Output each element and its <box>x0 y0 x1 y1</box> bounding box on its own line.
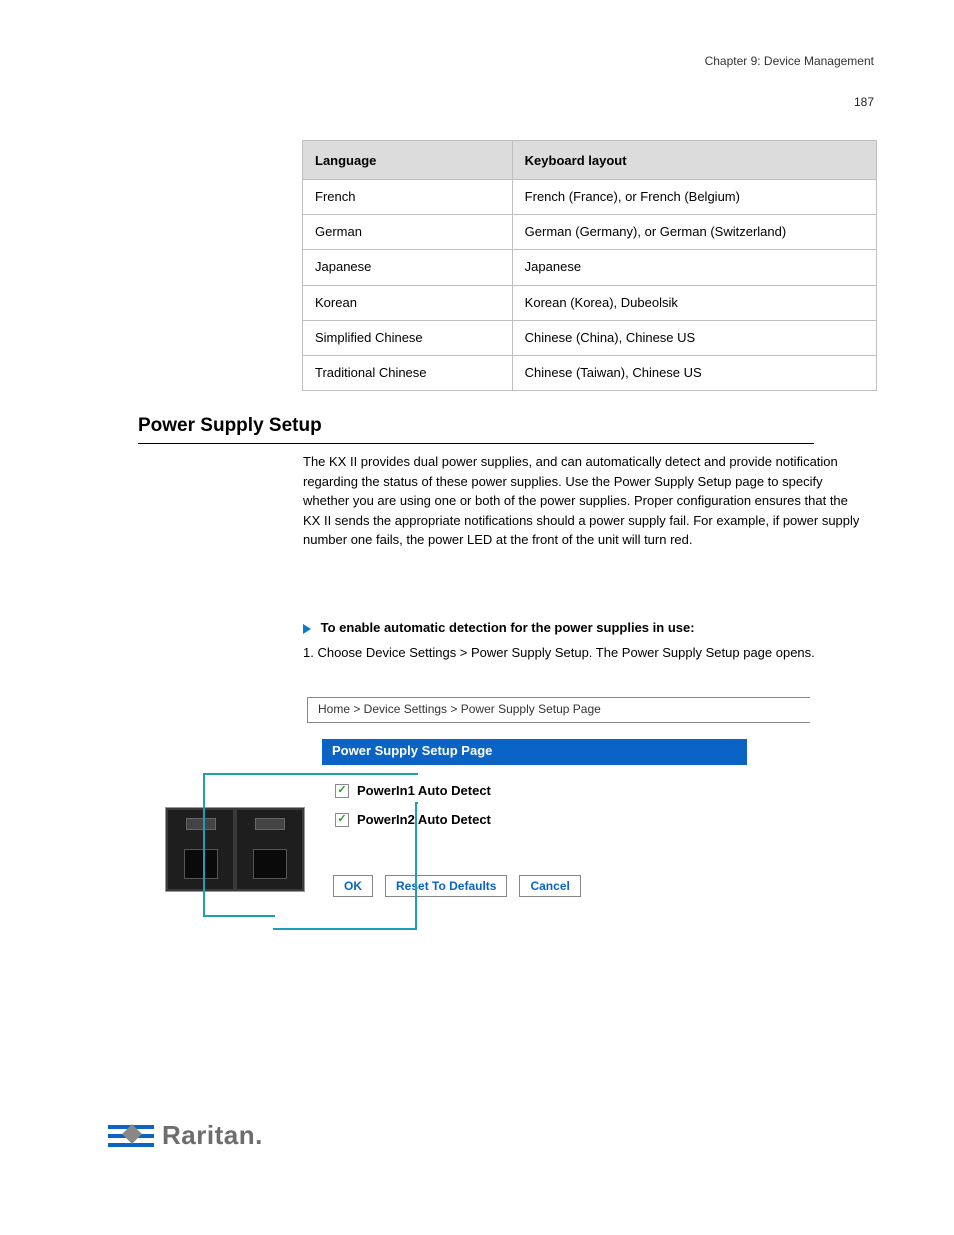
raritan-logo-mark-icon <box>108 1121 156 1151</box>
table-row: Korean Korean (Korea), Dubeolsik <box>303 285 877 320</box>
power-supply-diagram: Home > Device Settings > Power Supply Se… <box>155 697 815 937</box>
checkbox-label: PowerIn1 Auto Detect <box>357 783 491 798</box>
power-plug-icon <box>184 849 218 879</box>
leader-line <box>203 915 275 917</box>
power-switch-icon <box>186 818 216 830</box>
table-row: Japanese Japanese <box>303 250 877 285</box>
checkbox-powerin1[interactable]: ✓ <box>335 784 349 798</box>
table-row: German German (Germany), or German (Swit… <box>303 215 877 250</box>
table-cell-sample: Chinese (China), Chinese US <box>512 320 876 355</box>
table-header-language: Language <box>303 141 513 180</box>
power-plug-icon <box>253 849 287 879</box>
table-cell-sample: Korean (Korea), Dubeolsik <box>512 285 876 320</box>
power-supply-photo <box>165 807 305 892</box>
language-sample-table: Language Keyboard layout French French (… <box>302 140 877 391</box>
section-heading: Power Supply Setup <box>138 415 814 437</box>
arrow-right-icon <box>303 624 311 634</box>
section-heading-wrap: Power Supply Setup <box>138 415 814 444</box>
checkbox-label: PowerIn2 Auto Detect <box>357 812 491 827</box>
check-icon: ✓ <box>337 785 346 796</box>
step-item: 1. Choose Device Settings > Power Supply… <box>303 643 863 663</box>
panel-title: Power Supply Setup Page <box>322 739 747 765</box>
raritan-logo-text: Raritan. <box>162 1120 263 1151</box>
table-cell-language: Simplified Chinese <box>303 320 513 355</box>
chapter-header: Chapter 9: Device Management <box>705 54 874 68</box>
table-cell-sample: Japanese <box>512 250 876 285</box>
leader-line <box>203 773 205 917</box>
leader-line <box>203 773 418 775</box>
table-cell-sample: German (Germany), or German (Switzerland… <box>512 215 876 250</box>
checkbox-row-powerin1: ✓ PowerIn1 Auto Detect <box>335 783 491 798</box>
table-cell-sample: Chinese (Taiwan), Chinese US <box>512 355 876 390</box>
reset-to-defaults-button[interactable]: Reset To Defaults <box>385 875 507 897</box>
check-icon: ✓ <box>337 814 346 825</box>
table-row: French French (France), or French (Belgi… <box>303 180 877 215</box>
leader-line <box>415 802 417 930</box>
table-cell-language: German <box>303 215 513 250</box>
step-heading-text: To enable automatic detection for the po… <box>321 620 695 635</box>
psu-unit-right <box>235 808 304 891</box>
breadcrumb: Home > Device Settings > Power Supply Se… <box>307 697 810 723</box>
table-cell-language: Korean <box>303 285 513 320</box>
page-number: 187 <box>854 95 874 109</box>
raritan-logo: Raritan. <box>108 1120 263 1151</box>
ok-button[interactable]: OK <box>333 875 373 897</box>
table-cell-language: Traditional Chinese <box>303 355 513 390</box>
body-paragraph: The KX II provides dual power supplies, … <box>303 452 863 550</box>
table-cell-language: French <box>303 180 513 215</box>
power-switch-icon <box>255 818 285 830</box>
button-row: OK Reset To Defaults Cancel <box>333 875 581 897</box>
table-row: Simplified Chinese Chinese (China), Chin… <box>303 320 877 355</box>
leader-line <box>273 928 417 930</box>
checkbox-powerin2[interactable]: ✓ <box>335 813 349 827</box>
psu-unit-left <box>166 808 235 891</box>
cancel-button[interactable]: Cancel <box>519 875 580 897</box>
leader-line <box>415 802 418 804</box>
table-row: Traditional Chinese Chinese (Taiwan), Ch… <box>303 355 877 390</box>
table-cell-language: Japanese <box>303 250 513 285</box>
table-header-sample: Keyboard layout <box>512 141 876 180</box>
checkbox-row-powerin2: ✓ PowerIn2 Auto Detect <box>335 812 491 827</box>
table-cell-sample: French (France), or French (Belgium) <box>512 180 876 215</box>
step-heading: To enable automatic detection for the po… <box>303 620 695 635</box>
